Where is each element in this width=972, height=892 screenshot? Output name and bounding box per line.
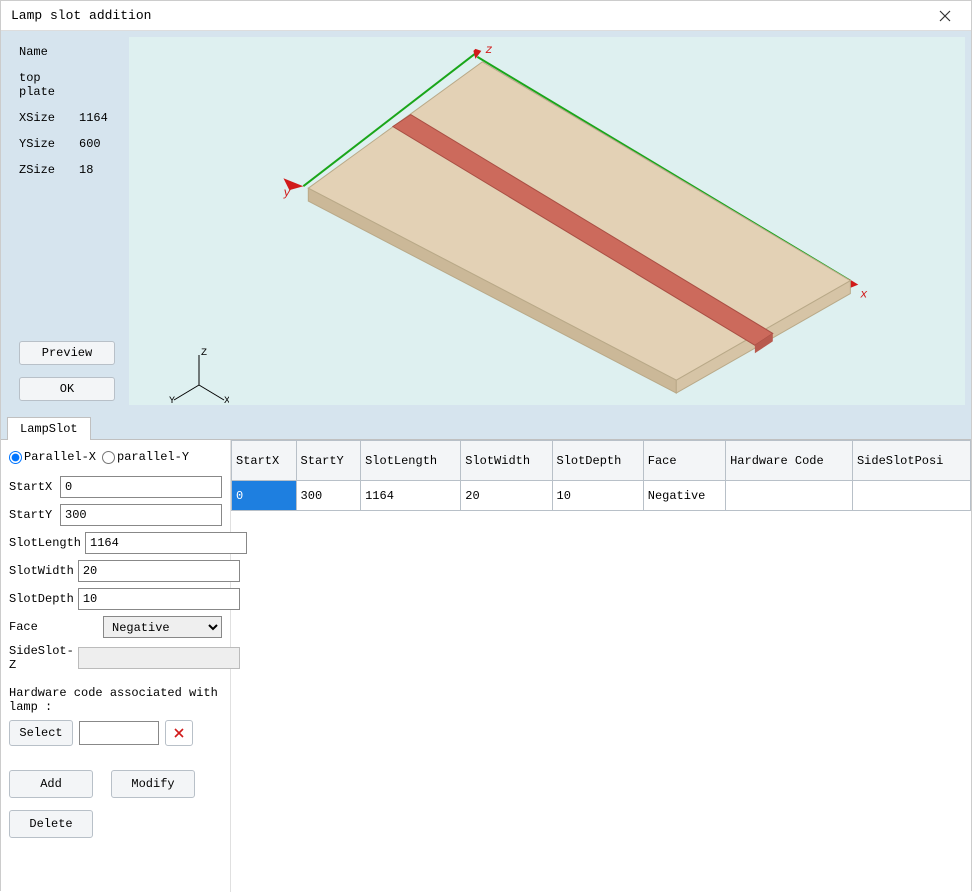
face-label: Face: [9, 620, 99, 634]
clear-hardware-button[interactable]: [165, 720, 193, 746]
table-column: StartXStartYSlotLengthSlotWidthSlotDepth…: [231, 440, 971, 892]
slotwidth-label: SlotWidth: [9, 564, 74, 578]
table-header[interactable]: StartY: [296, 441, 361, 481]
table-header[interactable]: SlotLength: [361, 441, 461, 481]
table-header[interactable]: Hardware Code: [726, 441, 853, 481]
hardware-code-input[interactable]: [79, 721, 159, 745]
sideslotz-input: [78, 647, 240, 669]
upper-pane: Name top plate XSize1164 YSize600 ZSize1…: [1, 31, 971, 411]
tab-lampslot[interactable]: LampSlot: [7, 417, 91, 440]
zsize-row: ZSize18: [19, 163, 119, 177]
svg-text:Z: Z: [201, 348, 207, 359]
close-icon: [939, 10, 951, 22]
radio-parallel-x-input[interactable]: [9, 451, 22, 464]
svg-text:z: z: [485, 43, 492, 57]
table-header[interactable]: SideSlotPosi: [852, 441, 970, 481]
slotlength-input[interactable]: [85, 532, 247, 554]
table-cell[interactable]: 20: [461, 481, 552, 511]
xsize-row: XSize1164: [19, 111, 119, 125]
table-header[interactable]: SlotDepth: [552, 441, 643, 481]
slotwidth-input[interactable]: [78, 560, 240, 582]
table-row[interactable]: 030011642010Negative: [232, 481, 971, 511]
startx-input[interactable]: [60, 476, 222, 498]
hardware-assoc-label: Hardware code associated with lamp :: [9, 686, 222, 714]
table-cell[interactable]: 0: [232, 481, 297, 511]
titlebar: Lamp slot addition: [1, 1, 971, 31]
table-cell[interactable]: 10: [552, 481, 643, 511]
x-icon: [174, 728, 184, 738]
starty-label: StartY: [9, 508, 56, 522]
preview-button[interactable]: Preview: [19, 341, 115, 365]
orientation-radios: Parallel-X parallel-Y: [9, 450, 222, 464]
svg-text:x: x: [859, 288, 868, 302]
table-cell[interactable]: [852, 481, 970, 511]
radio-parallel-y-input[interactable]: [102, 451, 115, 464]
starty-input[interactable]: [60, 504, 222, 526]
table-cell[interactable]: [726, 481, 853, 511]
radio-parallel-y[interactable]: parallel-Y: [102, 450, 189, 464]
slotlength-label: SlotLength: [9, 536, 81, 550]
ysize-row: YSize600: [19, 137, 119, 151]
table-header[interactable]: StartX: [232, 441, 297, 481]
modify-button[interactable]: Modify: [111, 770, 195, 798]
form-column: Parallel-X parallel-Y StartX StartY Slot…: [1, 440, 231, 892]
window-title: Lamp slot addition: [11, 8, 925, 23]
table-header[interactable]: SlotWidth: [461, 441, 552, 481]
name-label: Name: [19, 45, 119, 59]
hardware-row: Select: [9, 720, 222, 746]
tab-strip: LampSlot: [1, 411, 971, 439]
slot-table[interactable]: StartXStartYSlotLengthSlotWidthSlotDepth…: [231, 440, 971, 511]
sideslotz-label: SideSlot-Z: [9, 644, 74, 672]
info-panel: Name top plate XSize1164 YSize600 ZSize1…: [1, 31, 129, 411]
lower-pane: Parallel-X parallel-Y StartX StartY Slot…: [1, 439, 971, 892]
name-value: top plate: [19, 71, 119, 99]
table-cell[interactable]: 300: [296, 481, 361, 511]
select-hardware-button[interactable]: Select: [9, 720, 73, 746]
svg-text:y: y: [282, 186, 291, 200]
axis-gizmo: Z X Y: [169, 345, 229, 405]
face-select[interactable]: Negative: [103, 616, 222, 638]
table-cell[interactable]: 1164: [361, 481, 461, 511]
viewport-3d[interactable]: z x y Z X Y: [129, 37, 965, 405]
svg-text:Y: Y: [169, 396, 175, 405]
startx-label: StartX: [9, 480, 56, 494]
delete-button[interactable]: Delete: [9, 810, 93, 838]
svg-text:X: X: [224, 396, 229, 405]
table-cell[interactable]: Negative: [643, 481, 725, 511]
slotdepth-input[interactable]: [78, 588, 240, 610]
table-header[interactable]: Face: [643, 441, 725, 481]
radio-parallel-x[interactable]: Parallel-X: [9, 450, 96, 464]
ok-button[interactable]: OK: [19, 377, 115, 401]
close-button[interactable]: [925, 2, 965, 30]
plate-render: z x y: [129, 37, 965, 405]
slotdepth-label: SlotDepth: [9, 592, 74, 606]
add-button[interactable]: Add: [9, 770, 93, 798]
